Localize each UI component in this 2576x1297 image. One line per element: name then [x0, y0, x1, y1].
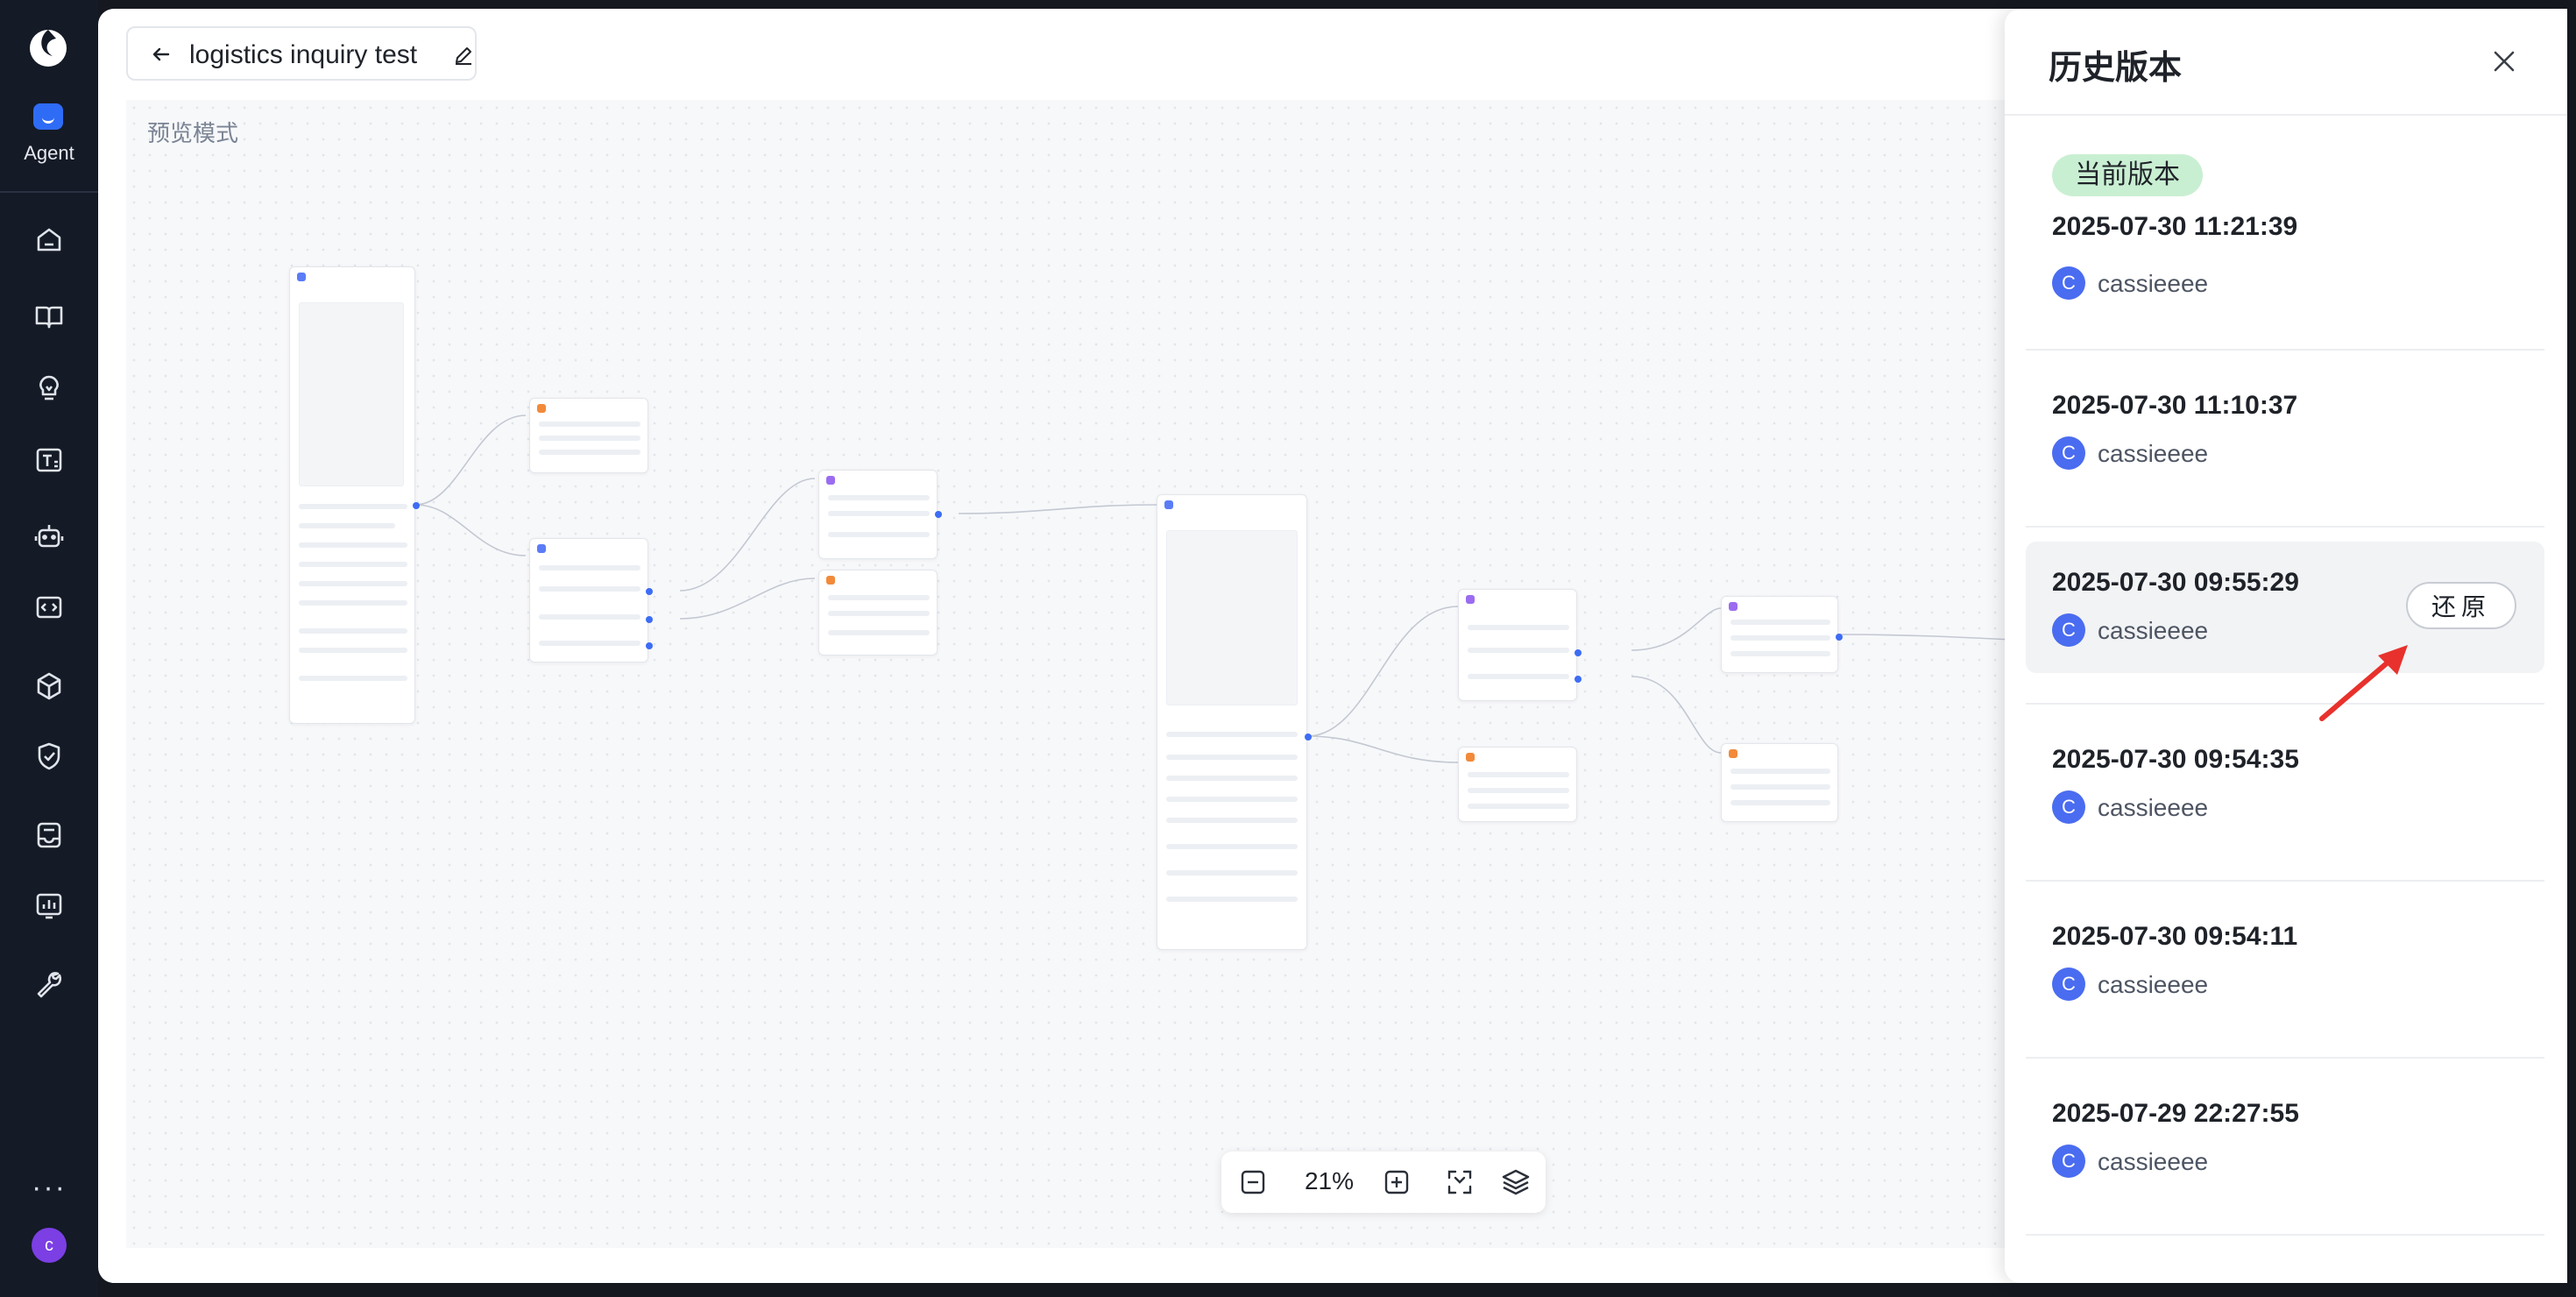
workflow-node[interactable] [1721, 743, 1838, 822]
version-time: 2025-07-30 09:54:11 [2052, 922, 2298, 951]
layers-icon[interactable] [1500, 1166, 1532, 1198]
app-logo-icon[interactable] [26, 26, 70, 70]
user-avatar[interactable]: c [32, 1228, 67, 1263]
version-time: 2025-07-29 22:27:55 [2052, 1099, 2299, 1128]
version-time: 2025-07-30 11:21:39 [2052, 212, 2298, 241]
node-header [1164, 500, 1177, 513]
left-rail: Agent ··· c [0, 0, 98, 1297]
workflow-edges [414, 415, 2106, 763]
code-icon[interactable] [32, 590, 67, 625]
cube-icon[interactable] [32, 669, 67, 704]
version-item[interactable]: 2025-07-30 11:10:37 C cassieeee [2026, 365, 2544, 496]
version-time: 2025-07-30 09:55:29 [2052, 568, 2299, 597]
divider [2005, 114, 2567, 116]
version-item[interactable]: 2025-07-30 09:54:35 C cassieeee [2026, 719, 2544, 850]
workflow-title: logistics inquiry test [189, 40, 418, 69]
node-header [537, 404, 549, 416]
divider [2026, 526, 2544, 528]
node-header [1729, 749, 1741, 762]
text-format-icon[interactable] [32, 443, 67, 478]
user-avatar: C [2052, 613, 2085, 647]
workflow-node[interactable] [529, 538, 653, 663]
divider [2026, 1234, 2544, 1236]
home-icon[interactable] [32, 222, 67, 257]
agent-icon[interactable] [33, 103, 63, 130]
version-history-panel: 历史版本 当前版本 2025-07-30 11:21:39 C cassieee… [2005, 9, 2567, 1283]
shield-check-icon[interactable] [32, 739, 67, 774]
workflow-node[interactable] [289, 266, 420, 724]
zoom-level: 21% [1304, 1167, 1355, 1194]
wrench-icon[interactable] [32, 967, 67, 1002]
version-time: 2025-07-30 09:54:35 [2052, 745, 2299, 774]
node-header [537, 544, 549, 556]
zoom-in-icon[interactable] [1381, 1166, 1412, 1198]
annotation-arrow-icon [2319, 645, 2408, 721]
version-time: 2025-07-30 11:10:37 [2052, 391, 2298, 420]
book-icon[interactable] [32, 299, 67, 334]
lightbulb-icon[interactable] [32, 371, 67, 406]
user-name: cassieeee [2098, 794, 2209, 821]
fit-view-icon[interactable] [1444, 1166, 1476, 1198]
workflow-node[interactable] [1157, 494, 1312, 950]
user-name: cassieeee [2098, 440, 2209, 467]
user-avatar: C [2052, 1145, 2085, 1178]
rail-divider [0, 191, 98, 193]
workflow-node[interactable] [1458, 747, 1577, 822]
user-name: cassieeee [2098, 270, 2209, 297]
workflow-node[interactable] [818, 470, 942, 559]
user-avatar: C [2052, 266, 2085, 300]
divider [2026, 1057, 2544, 1059]
divider [2026, 349, 2544, 351]
divider [2026, 703, 2544, 705]
workflow-title-bar: logistics inquiry test [126, 26, 477, 81]
workflow-canvas[interactable]: 预览模式 21% [126, 100, 2106, 1248]
restore-button[interactable]: 还原 [2406, 582, 2516, 629]
close-icon[interactable] [2487, 44, 2522, 79]
node-header [826, 476, 839, 488]
node-header [1729, 602, 1741, 614]
workflow-node[interactable] [818, 570, 938, 656]
node-header [826, 576, 839, 588]
zoom-out-icon[interactable] [1237, 1166, 1269, 1198]
version-item[interactable]: 2025-07-30 11:21:39 C cassieeee [2026, 193, 2544, 342]
zoom-toolbar: 21% [1221, 1152, 1546, 1213]
workflow-node[interactable] [529, 398, 648, 473]
user-avatar: C [2052, 967, 2085, 1001]
inbox-icon[interactable] [32, 818, 67, 853]
user-name: cassieeee [2098, 971, 2209, 998]
node-header [1466, 595, 1478, 607]
more-icon[interactable]: ··· [0, 1171, 98, 1205]
node-header [1466, 753, 1478, 765]
user-name: cassieeee [2098, 1148, 2209, 1175]
node-header [297, 273, 309, 285]
version-item[interactable]: 2025-07-30 09:54:11 C cassieeee [2026, 896, 2544, 1027]
robot-icon[interactable] [32, 520, 67, 555]
version-item[interactable]: 2025-07-30 09:55:29 C cassieeee 还原 [2026, 542, 2544, 673]
workflow-node[interactable] [1458, 589, 1582, 701]
user-name: cassieeee [2098, 617, 2209, 644]
back-arrow-icon[interactable] [149, 42, 173, 67]
workflow-node[interactable] [1721, 596, 1843, 673]
version-item[interactable]: 2025-07-29 22:27:55 C cassieeee [2026, 1073, 2544, 1204]
current-version-badge: 当前版本 [2052, 154, 2203, 196]
user-avatar: C [2052, 436, 2085, 470]
rail-agent-label[interactable]: Agent [0, 142, 98, 165]
chart-icon[interactable] [32, 888, 67, 923]
user-avatar: C [2052, 790, 2085, 824]
panel-title: 历史版本 [2049, 50, 2183, 87]
divider [2026, 880, 2544, 882]
edit-pencil-icon[interactable] [452, 44, 475, 67]
